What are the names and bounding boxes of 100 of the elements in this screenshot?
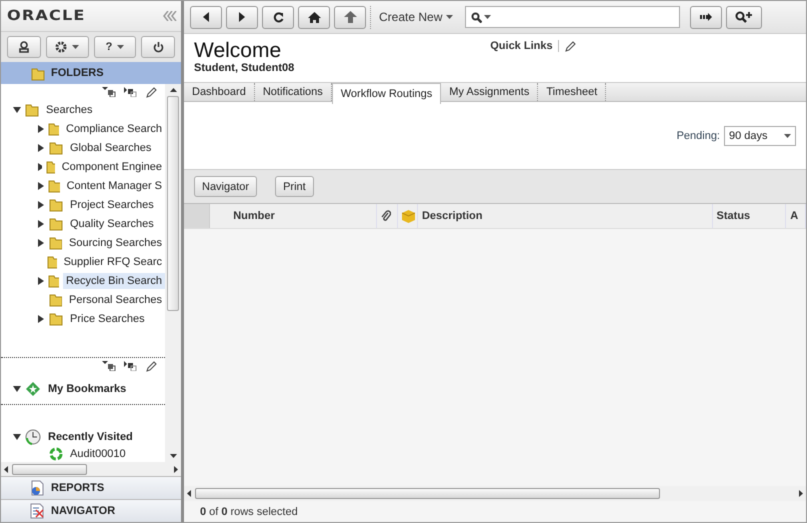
- expand-arrow-icon[interactable]: [37, 124, 44, 132]
- tab[interactable]: Workflow Routings: [332, 83, 442, 104]
- collapse-arrow-icon[interactable]: [13, 106, 21, 114]
- expand-arrow-icon[interactable]: [37, 276, 44, 284]
- toolbar-button[interactable]: Print: [275, 176, 314, 197]
- settings-button[interactable]: [46, 36, 88, 58]
- attachment-icon: [380, 210, 391, 222]
- power-button[interactable]: [141, 36, 175, 58]
- recycle-icon: [49, 447, 63, 461]
- tree-item[interactable]: Compliance Search: [63, 120, 165, 136]
- select-all-cell[interactable]: [184, 204, 210, 228]
- horizontal-scrollbar[interactable]: [1, 462, 181, 476]
- folder-icon: [31, 66, 45, 80]
- go-button[interactable]: [690, 6, 722, 28]
- expand-arrow-icon[interactable]: [37, 220, 45, 228]
- refresh-button[interactable]: [262, 6, 294, 28]
- scroll-left-icon[interactable]: [187, 490, 191, 497]
- folder-icon: [49, 216, 63, 231]
- edit-icon[interactable]: [564, 40, 576, 52]
- tree-item[interactable]: Project Searches: [67, 196, 157, 212]
- settings-icon: [55, 41, 67, 53]
- folder-icon: [49, 140, 63, 155]
- tree-item[interactable]: Content Manager S: [64, 178, 165, 194]
- search-field[interactable]: [465, 6, 680, 28]
- folder-icon: [49, 311, 63, 326]
- go-arrow-icon: [700, 13, 712, 21]
- bookmark-star-icon: [25, 381, 41, 397]
- collapse-all-icon[interactable]: [124, 361, 138, 371]
- expand-arrow-icon[interactable]: [37, 144, 45, 152]
- search-icon: [471, 12, 482, 22]
- home-button[interactable]: [298, 6, 330, 28]
- tree-item[interactable]: Supplier RFQ Searc: [60, 254, 165, 270]
- navigator-icon: [29, 503, 45, 519]
- quick-links-link[interactable]: Quick Links: [490, 40, 559, 52]
- folders-header[interactable]: FOLDERS: [1, 62, 181, 84]
- folder-icon: [46, 159, 55, 174]
- report-icon: [29, 480, 45, 496]
- expand-arrow-icon[interactable]: [37, 182, 44, 190]
- folder-icon: [48, 292, 62, 307]
- up-arrow-icon: [344, 11, 356, 23]
- forward-button[interactable]: [226, 6, 258, 28]
- search-plus-icon: [735, 11, 754, 23]
- up-button[interactable]: [334, 6, 366, 28]
- user-name: Student, Student08: [194, 62, 294, 74]
- user-icon: [18, 41, 29, 53]
- selected-count: 0: [200, 506, 206, 518]
- recent-item[interactable]: Audit00010: [67, 446, 129, 462]
- folder-icon: [48, 178, 60, 193]
- tree-item[interactable]: Searches: [43, 102, 96, 118]
- clock-icon: [25, 428, 41, 444]
- tree-item[interactable]: Component Enginee: [58, 158, 165, 174]
- page-title: Welcome: [194, 40, 282, 62]
- edit-icon[interactable]: [146, 360, 157, 372]
- expand-arrow-icon[interactable]: [37, 314, 45, 322]
- expand-arrow-icon[interactable]: [37, 238, 45, 246]
- tab[interactable]: My Assignments: [441, 83, 538, 101]
- section-title[interactable]: Recently Visited: [45, 428, 136, 444]
- tree-item[interactable]: Recycle Bin Search: [63, 272, 165, 288]
- tab[interactable]: Dashboard: [184, 83, 255, 101]
- back-button[interactable]: [190, 6, 222, 28]
- expand-arrow-icon[interactable]: [37, 162, 42, 170]
- vertical-scrollbar[interactable]: [165, 84, 181, 462]
- collapse-arrow-icon[interactable]: [13, 385, 21, 393]
- horizontal-scrollbar[interactable]: [184, 486, 806, 501]
- section-header[interactable]: NAVIGATOR: [1, 499, 181, 522]
- total-count: 0: [221, 506, 228, 518]
- cube-icon: [402, 210, 416, 222]
- tree-item[interactable]: Personal Searches: [66, 292, 165, 308]
- tree-item[interactable]: Quality Searches: [67, 216, 157, 232]
- create-new-button[interactable]: Create New: [370, 6, 462, 28]
- toolbar-button[interactable]: Navigator: [194, 176, 258, 197]
- column-header[interactable]: A: [786, 204, 806, 228]
- tree-item[interactable]: Global Searches: [67, 140, 154, 156]
- tab[interactable]: Timesheet: [538, 83, 606, 101]
- column-header[interactable]: Number: [229, 204, 377, 228]
- section-header[interactable]: REPORTS: [1, 476, 181, 499]
- user-button[interactable]: [7, 36, 41, 58]
- expand-all-icon[interactable]: [102, 361, 116, 371]
- column-header[interactable]: Status: [712, 204, 786, 228]
- scroll-right-icon[interactable]: [174, 466, 178, 472]
- pending-dropdown[interactable]: 90 days: [724, 126, 796, 146]
- expand-all-icon[interactable]: [102, 87, 116, 97]
- expand-arrow-icon[interactable]: [37, 200, 45, 208]
- column-header[interactable]: Description: [418, 204, 713, 228]
- home-icon: [308, 12, 320, 22]
- advanced-search-button[interactable]: [726, 6, 762, 28]
- collapse-all-icon[interactable]: [124, 87, 138, 97]
- folder-icon: [46, 254, 57, 269]
- scroll-right-icon[interactable]: [799, 490, 803, 497]
- folder-icon: [48, 235, 62, 250]
- refresh-icon: [272, 12, 284, 22]
- edit-icon[interactable]: [146, 86, 157, 98]
- scroll-left-icon[interactable]: [4, 466, 8, 472]
- collapse-arrow-icon[interactable]: [13, 432, 21, 440]
- tree-item[interactable]: Sourcing Searches: [66, 234, 165, 250]
- collapse-panel-icon[interactable]: [163, 11, 177, 21]
- status-text: rows selected: [230, 506, 298, 518]
- help-button[interactable]: ?: [94, 36, 136, 58]
- section-title[interactable]: My Bookmarks: [45, 381, 130, 397]
- tree-item[interactable]: Price Searches: [67, 310, 148, 326]
